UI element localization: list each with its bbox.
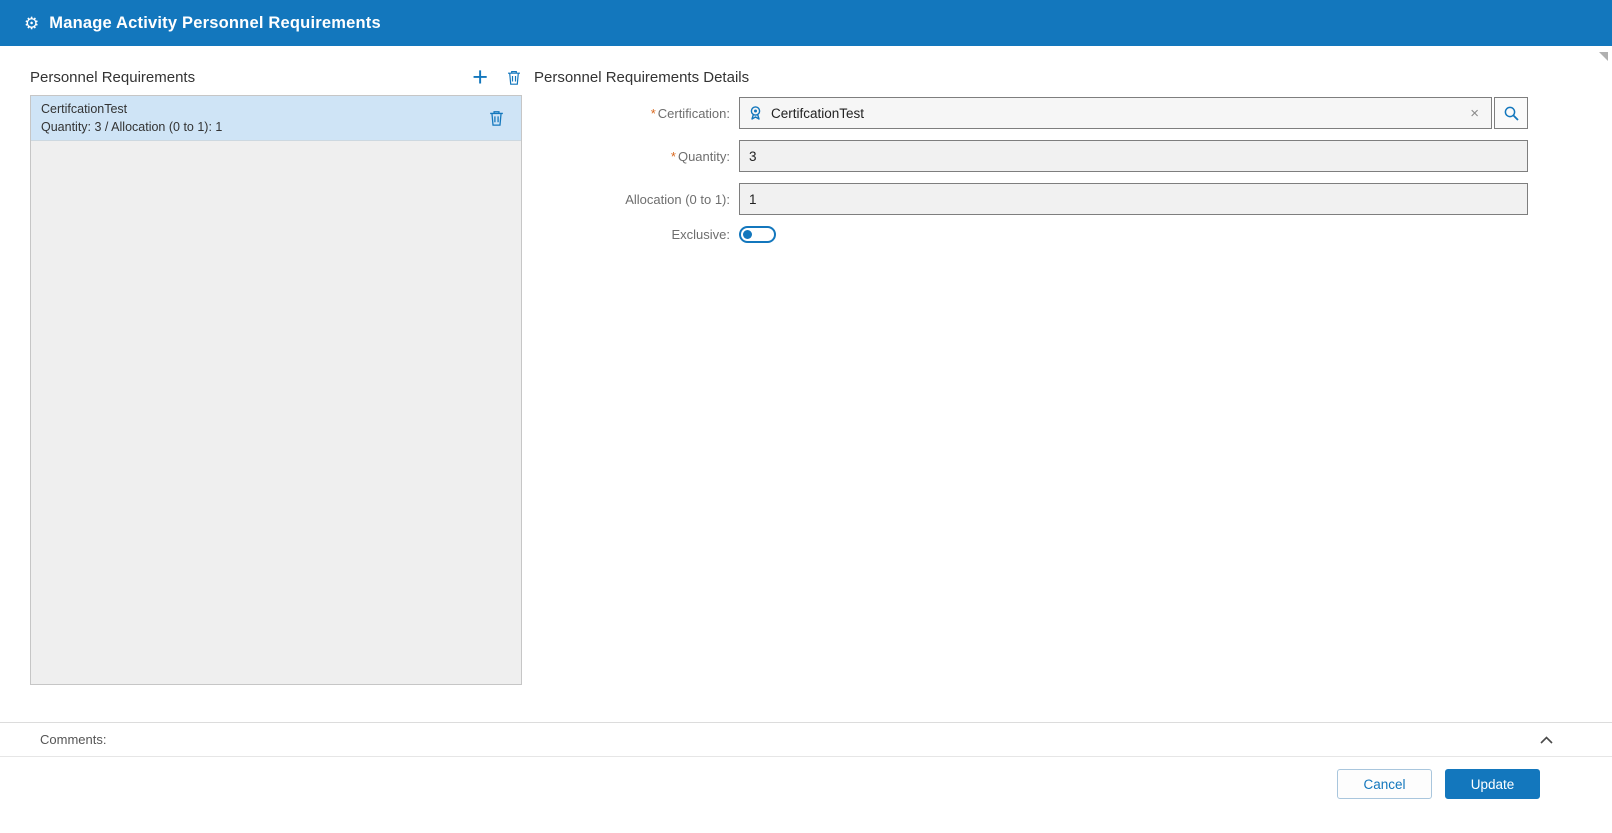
- manage-activity-personnel-requirements-dialog: ⚙ Manage Activity Personnel Requirements…: [0, 0, 1612, 833]
- certification-label: * Certification:: [650, 105, 730, 121]
- certification-field[interactable]: CertifcationTest ×: [739, 97, 1492, 129]
- cancel-button[interactable]: Cancel: [1337, 769, 1432, 799]
- required-marker: *: [650, 105, 656, 121]
- comments-bar: Comments:: [0, 722, 1612, 757]
- exclusive-label: Exclusive:: [671, 227, 730, 242]
- list-item-details: Quantity: 3 / Allocation (0 to 1): 1: [41, 120, 223, 134]
- gear-icon: ⚙: [24, 13, 40, 33]
- delete-requirement-button[interactable]: [506, 69, 522, 86]
- certification-value: CertifcationTest: [771, 105, 865, 121]
- trash-icon: [490, 111, 503, 126]
- trash-icon: [508, 70, 520, 85]
- quantity-label: * Quantity:: [670, 148, 730, 164]
- certification-row: * Certification: CertifcationTest ×: [534, 97, 1534, 129]
- comments-collapse-button[interactable]: [1539, 735, 1554, 745]
- chevron-up-icon: [1540, 735, 1553, 744]
- list-item-name: CertifcationTest: [41, 102, 128, 116]
- details-form: * Certification: CertifcationTest × * Qu…: [534, 97, 1534, 254]
- exclusive-toggle[interactable]: [739, 226, 776, 243]
- personnel-requirements-header: Personnel Requirements +: [30, 60, 522, 94]
- list-item-text: CertifcationTest Quantity: 3 / Allocatio…: [41, 102, 480, 134]
- search-icon: [1504, 106, 1519, 121]
- details-panel-title: Personnel Requirements Details: [534, 68, 750, 86]
- scroll-corner-icon: [1599, 52, 1608, 61]
- list-item[interactable]: CertifcationTest Quantity: 3 / Allocatio…: [31, 96, 521, 141]
- comments-label: Comments:: [40, 732, 107, 747]
- personnel-requirements-title: Personnel Requirements: [30, 68, 196, 86]
- certification-badge-icon: [750, 106, 761, 120]
- quantity-input[interactable]: [739, 140, 1528, 172]
- add-requirement-button[interactable]: +: [468, 64, 492, 91]
- certification-search-button[interactable]: [1494, 97, 1528, 129]
- exclusive-row: Exclusive:: [534, 226, 1534, 243]
- allocation-label: Allocation (0 to 1):: [625, 191, 730, 207]
- window-title: Manage Activity Personnel Requirements: [49, 13, 381, 32]
- quantity-row: * Quantity:: [534, 140, 1534, 172]
- titlebar: ⚙ Manage Activity Personnel Requirements: [0, 0, 1612, 46]
- update-button[interactable]: Update: [1445, 769, 1540, 799]
- delete-item-button[interactable]: [480, 107, 513, 129]
- clear-icon[interactable]: ×: [1466, 105, 1483, 122]
- allocation-row: Allocation (0 to 1):: [534, 183, 1534, 215]
- allocation-input[interactable]: [739, 183, 1528, 215]
- required-marker: *: [670, 148, 676, 164]
- action-bar: Cancel Update: [0, 758, 1612, 833]
- toggle-knob: [743, 230, 752, 239]
- personnel-requirements-list: CertifcationTest Quantity: 3 / Allocatio…: [30, 95, 522, 685]
